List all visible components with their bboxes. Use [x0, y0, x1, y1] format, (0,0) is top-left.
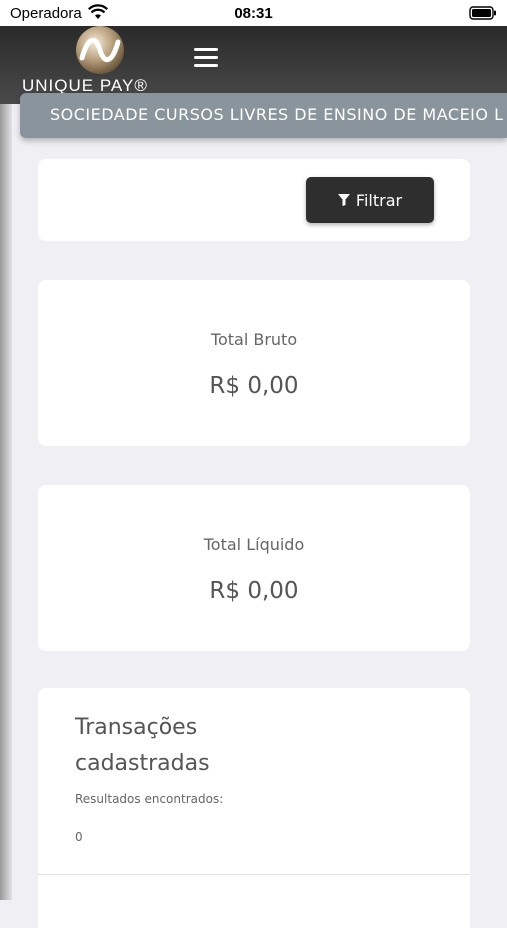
status-bar: Operadora 08:31: [0, 0, 507, 26]
transactions-card: Transações cadastradas Resultados encont…: [38, 688, 470, 928]
side-panel-edge: [0, 26, 12, 900]
gross-total-label: Total Bruto: [210, 330, 298, 349]
company-name: SOCIEDADE CURSOS LIVRES DE ENSINO DE MAC…: [50, 105, 504, 124]
company-banner: SOCIEDADE CURSOS LIVRES DE ENSINO DE MAC…: [20, 93, 507, 138]
net-total-card: Total Líquido R$ 0,00: [38, 485, 470, 651]
divider: [38, 874, 470, 875]
results-found-label: Resultados encontrados:: [75, 792, 224, 806]
transactions-title: Transações cadastradas: [75, 715, 210, 776]
menu-icon[interactable]: [194, 48, 218, 70]
net-total-label: Total Líquido: [203, 535, 305, 554]
filter-icon: [337, 194, 350, 206]
battery-icon: [469, 6, 496, 20]
filter-button[interactable]: Filtrar: [306, 177, 434, 223]
clock-time: 08:31: [234, 5, 273, 22]
results-count: 0: [75, 830, 83, 844]
filter-card: Filtrar: [38, 159, 470, 241]
gross-total-value: R$ 0,00: [209, 373, 299, 399]
filter-button-label: Filtrar: [355, 190, 403, 210]
net-total-value: R$ 0,00: [209, 578, 299, 604]
gross-total-card: Total Bruto R$ 0,00: [38, 280, 470, 446]
